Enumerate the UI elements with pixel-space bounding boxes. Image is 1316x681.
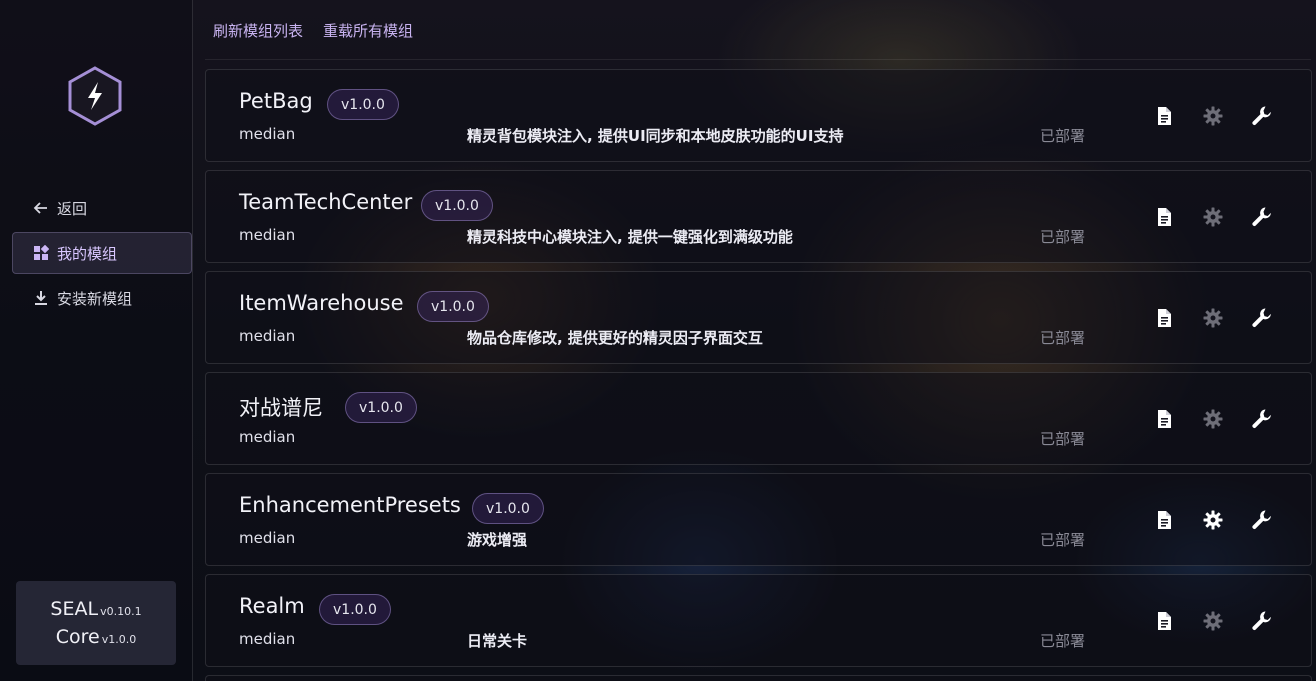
document-icon[interactable]	[1152, 407, 1175, 430]
sidebar-item-install[interactable]: 安装新模组	[12, 277, 192, 319]
version-badge: v1.0.0	[472, 493, 544, 524]
seal-version: SEAL v0.10.1	[50, 598, 141, 620]
wrench-icon[interactable]	[1250, 407, 1273, 430]
sidebar-item-label: 安装新模组	[57, 289, 133, 308]
module-name: EnhancementPresets	[239, 493, 461, 517]
gear-icon[interactable]	[1201, 306, 1224, 329]
module-actions	[1152, 609, 1273, 632]
wrench-icon[interactable]	[1250, 508, 1273, 531]
module-actions	[1152, 205, 1273, 228]
gear-icon[interactable]	[1201, 609, 1224, 632]
module-card: EnhancementPresets v1.0.0 median 游戏增强 已部…	[205, 473, 1312, 566]
status-badge: 已部署	[1040, 329, 1086, 347]
module-card: PetBag v1.0.0 median 精灵背包模块注入, 提供UI同步和本地…	[205, 69, 1312, 162]
version-badge: v1.0.0	[345, 392, 417, 423]
status-badge: 已部署	[1040, 531, 1086, 549]
toolbar: 刷新模组列表 重载所有模组	[213, 20, 413, 41]
lightning-hex-icon	[67, 66, 123, 126]
module-card: ItemWarehouse v1.0.0 median 物品仓库修改, 提供更好…	[205, 271, 1312, 364]
module-description: 游戏增强	[467, 531, 528, 549]
module-name: Realm	[239, 594, 305, 618]
module-actions	[1152, 306, 1273, 329]
status-badge: 已部署	[1040, 632, 1086, 650]
core-name: Core	[55, 626, 100, 648]
version-info: SEAL v0.10.1 Core v1.0.0	[16, 581, 176, 665]
grid-icon	[33, 245, 49, 261]
status-badge: 已部署	[1040, 228, 1086, 246]
sidebar-item-label: 返回	[57, 199, 88, 218]
module-card	[205, 675, 1312, 681]
seal-version-number: v0.10.1	[100, 605, 142, 618]
sidebar: 返回 我的模组 安装新模组 SEAL v0.10.1 Core v1.0.0	[0, 0, 193, 681]
module-list: PetBag v1.0.0 median 精灵背包模块注入, 提供UI同步和本地…	[205, 69, 1312, 681]
version-badge: v1.0.0	[327, 89, 399, 120]
module-card: 对战谱尼 v1.0.0 median 已部署	[205, 372, 1312, 465]
module-actions	[1152, 104, 1273, 127]
module-actions	[1152, 508, 1273, 531]
module-card: TeamTechCenter v1.0.0 median 精灵科技中心模块注入,…	[205, 170, 1312, 263]
module-description: 精灵背包模块注入, 提供UI同步和本地皮肤功能的UI支持	[467, 127, 844, 145]
module-card: Realm v1.0.0 median 日常关卡 已部署	[205, 574, 1312, 667]
module-author: median	[239, 428, 296, 446]
module-name: PetBag	[239, 89, 313, 113]
sidebar-item-back[interactable]: 返回	[12, 187, 192, 229]
sidebar-nav: 返回 我的模组 安装新模组	[12, 187, 192, 322]
seal-name: SEAL	[50, 598, 99, 620]
wrench-icon[interactable]	[1250, 609, 1273, 632]
wrench-icon[interactable]	[1250, 306, 1273, 329]
module-author: median	[239, 226, 296, 244]
document-icon[interactable]	[1152, 508, 1175, 531]
version-badge: v1.0.0	[417, 291, 489, 322]
gear-icon[interactable]	[1201, 205, 1224, 228]
refresh-list-button[interactable]: 刷新模组列表	[213, 20, 303, 41]
wrench-icon[interactable]	[1250, 205, 1273, 228]
module-name: TeamTechCenter	[239, 190, 413, 214]
document-icon[interactable]	[1152, 306, 1175, 329]
divider	[205, 59, 1311, 60]
version-badge: v1.0.0	[421, 190, 493, 221]
module-name: 对战谱尼	[239, 396, 323, 420]
status-badge: 已部署	[1040, 430, 1086, 448]
document-icon[interactable]	[1152, 104, 1175, 127]
reload-all-button[interactable]: 重载所有模组	[323, 20, 413, 41]
download-icon	[33, 290, 49, 306]
document-icon[interactable]	[1152, 205, 1175, 228]
sidebar-item-label: 我的模组	[57, 244, 118, 263]
arrow-left-icon	[33, 200, 49, 216]
core-version-number: v1.0.0	[101, 633, 137, 646]
module-description: 精灵科技中心模块注入, 提供一键强化到满级功能	[467, 228, 793, 246]
module-author: median	[239, 327, 296, 345]
document-icon[interactable]	[1152, 609, 1175, 632]
version-badge: v1.0.0	[319, 594, 391, 625]
sidebar-item-my-mods[interactable]: 我的模组	[12, 232, 192, 274]
module-author: median	[239, 125, 296, 143]
module-name: ItemWarehouse	[239, 291, 404, 315]
wrench-icon[interactable]	[1250, 104, 1273, 127]
gear-icon[interactable]	[1201, 407, 1224, 430]
gear-icon[interactable]	[1201, 104, 1224, 127]
module-author: median	[239, 529, 296, 547]
module-actions	[1152, 407, 1273, 430]
gear-icon[interactable]	[1201, 508, 1224, 531]
core-version: Core v1.0.0	[56, 626, 136, 648]
module-description: 物品仓库修改, 提供更好的精灵因子界面交互	[467, 329, 763, 347]
module-description: 日常关卡	[467, 632, 528, 650]
module-author: median	[239, 630, 296, 648]
status-badge: 已部署	[1040, 127, 1086, 145]
